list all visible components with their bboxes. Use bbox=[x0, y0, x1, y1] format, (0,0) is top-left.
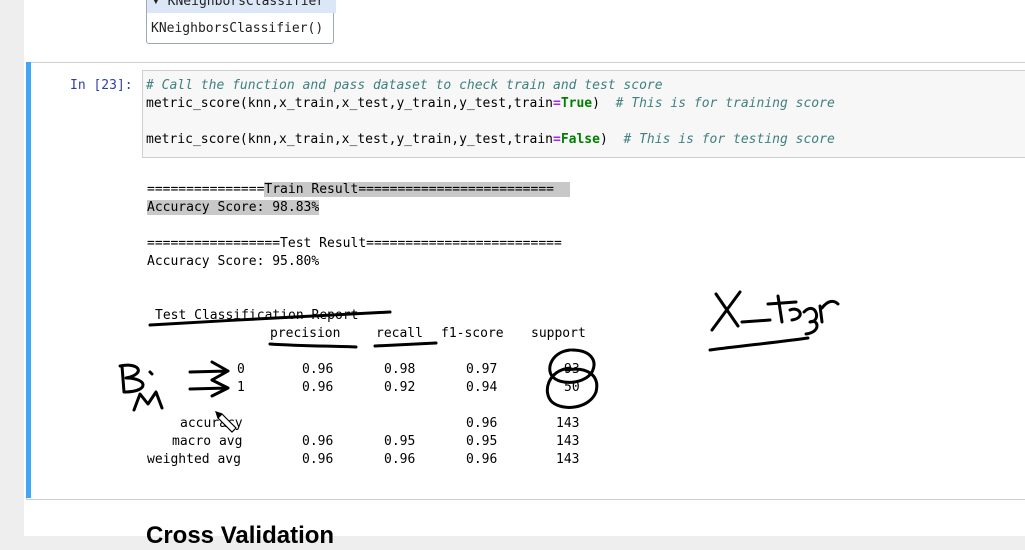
report-cell-recall: 0.95 bbox=[384, 434, 416, 449]
code-paren: ) bbox=[599, 132, 624, 147]
train-header-prefix: =============== bbox=[147, 182, 265, 197]
code-operator: = bbox=[553, 96, 561, 111]
code-operator: = bbox=[553, 132, 561, 147]
report-title: Test Classification Report bbox=[155, 308, 359, 323]
report-row-label: macro avg bbox=[172, 434, 243, 449]
report-row-label: 1 bbox=[237, 380, 245, 395]
report-cell-f1: 0.94 bbox=[466, 380, 498, 395]
report-cell-support: 143 bbox=[556, 434, 580, 449]
report-cell-recall: 0.92 bbox=[384, 380, 416, 395]
train-header-highlighted: Train Result========================= bbox=[264, 182, 570, 197]
code-comment: # This is for training score bbox=[615, 96, 835, 111]
code-keyword: True bbox=[560, 96, 593, 111]
report-cell-precision: 0.96 bbox=[302, 452, 334, 467]
code-call: metric_score(knn,x_train,x_test,y_train,… bbox=[146, 132, 553, 147]
report-cell-precision: 0.96 bbox=[302, 380, 334, 395]
cell-prompt: In [23]: bbox=[70, 78, 133, 93]
report-cell-precision: 0.96 bbox=[302, 434, 334, 449]
markdown-heading: Cross Validation bbox=[146, 522, 335, 549]
code-call: metric_score(knn,x_train,x_test,y_train,… bbox=[146, 96, 553, 111]
code-comment: # This is for testing score bbox=[623, 132, 835, 147]
cell-selection-bar bbox=[26, 62, 31, 498]
code-comment: # Call the function and pass dataset to … bbox=[146, 78, 663, 93]
report-cell-precision: 0.96 bbox=[302, 362, 334, 377]
test-accuracy: Accuracy Score: 95.80% bbox=[147, 254, 320, 269]
code-keyword: False bbox=[560, 132, 600, 147]
code-paren: ) bbox=[592, 96, 616, 111]
train-accuracy-text: Accuracy Score: 98.83% bbox=[147, 200, 320, 215]
report-cell-f1: 0.97 bbox=[466, 362, 498, 377]
model-collapsed-label[interactable]: ▾ KNeighborsClassifier bbox=[147, 0, 336, 13]
report-row-label: accuracy bbox=[180, 416, 243, 431]
page-margin bbox=[0, 0, 24, 536]
report-cell-recall: 0.98 bbox=[384, 362, 416, 377]
model-repr-text: KNeighborsClassifier() bbox=[151, 21, 324, 36]
model-repr-box[interactable]: ▾ KNeighborsClassifier KNeighborsClassif… bbox=[146, 0, 336, 44]
report-header-recall: recall bbox=[376, 326, 423, 341]
report-cell-f1: 0.96 bbox=[466, 416, 498, 431]
report-header-f1: f1-score bbox=[441, 326, 504, 341]
code-line-2: metric_score(knn,x_train,x_test,y_train,… bbox=[146, 96, 835, 111]
report-cell-support: 93 bbox=[564, 362, 580, 377]
report-header-support: support bbox=[531, 326, 586, 341]
code-line-3: metric_score(knn,x_train,x_test,y_train,… bbox=[146, 132, 835, 147]
report-row-label: weighted avg bbox=[147, 452, 241, 467]
code-line-1: # Call the function and pass dataset to … bbox=[146, 78, 663, 93]
report-cell-support: 143 bbox=[556, 452, 580, 467]
report-row-label: 0 bbox=[237, 362, 245, 377]
train-accuracy: Accuracy Score: 98.83% bbox=[147, 200, 320, 215]
report-cell-recall: 0.96 bbox=[384, 452, 416, 467]
train-result-header: ===============Train Result=============… bbox=[147, 182, 570, 197]
report-cell-support: 50 bbox=[564, 380, 580, 395]
test-result-header: =================Test Result============… bbox=[147, 236, 562, 251]
report-cell-f1: 0.96 bbox=[466, 452, 498, 467]
report-cell-support: 143 bbox=[556, 416, 580, 431]
report-cell-f1: 0.95 bbox=[466, 434, 498, 449]
report-header-precision: precision bbox=[270, 326, 341, 341]
